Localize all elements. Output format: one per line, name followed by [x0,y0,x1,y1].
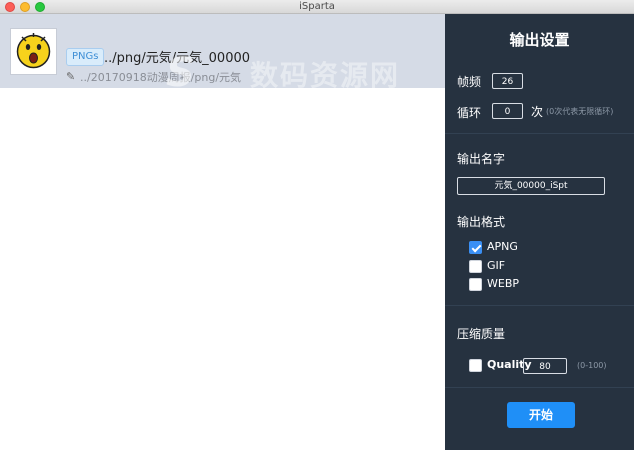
fps-label: 帧频 [457,75,482,89]
format-section-label: 输出格式 [457,215,506,229]
file-type-badge: PNGs [66,48,105,66]
quality-hint: (0-100) [577,361,607,370]
name-section-label: 输出名字 [457,152,506,166]
loop-hint: (0次代表无限循环) [546,107,614,116]
file-list-item[interactable]: PNGs ../png/元気/元気_00000 ✎ ../20170918动漫周… [0,14,445,88]
fps-input[interactable]: 26 [492,73,523,89]
emoji-face-icon [16,33,51,69]
quality-section-label: 压缩质量 [457,327,506,341]
quality-input[interactable]: 80 [523,358,567,374]
format-label: GIF [487,259,506,272]
checkbox-icon[interactable] [469,241,482,254]
output-settings-panel: 输出设置 帧频 26 循环 0 次 (0次代表无限循环) 输出名字 元気_000… [445,14,634,450]
output-name-input[interactable]: 元気_00000_iSpt [457,177,605,195]
file-path: ../png/元気/元気_00000 [104,51,251,66]
checkbox-icon[interactable] [469,359,482,372]
window-title: iSparta [299,1,335,12]
loop-label: 循环 [457,106,482,120]
loop-input[interactable]: 0 [492,103,523,119]
loop-unit: 次 [531,105,544,119]
file-thumbnail [10,28,57,75]
divider [445,133,634,134]
checkbox-icon[interactable] [469,260,482,273]
source-path: ../20170918动漫周报/png/元気 [80,71,242,84]
pencil-icon[interactable]: ✎ [66,70,75,83]
start-button[interactable]: 开始 [507,402,575,428]
divider [445,305,634,306]
divider [445,387,634,388]
format-label: WEBP [487,277,520,290]
format-label: APNG [487,240,518,253]
settings-title: 输出设置 [509,31,570,49]
checkbox-icon[interactable] [469,278,482,291]
window-titlebar: iSparta [0,0,634,14]
